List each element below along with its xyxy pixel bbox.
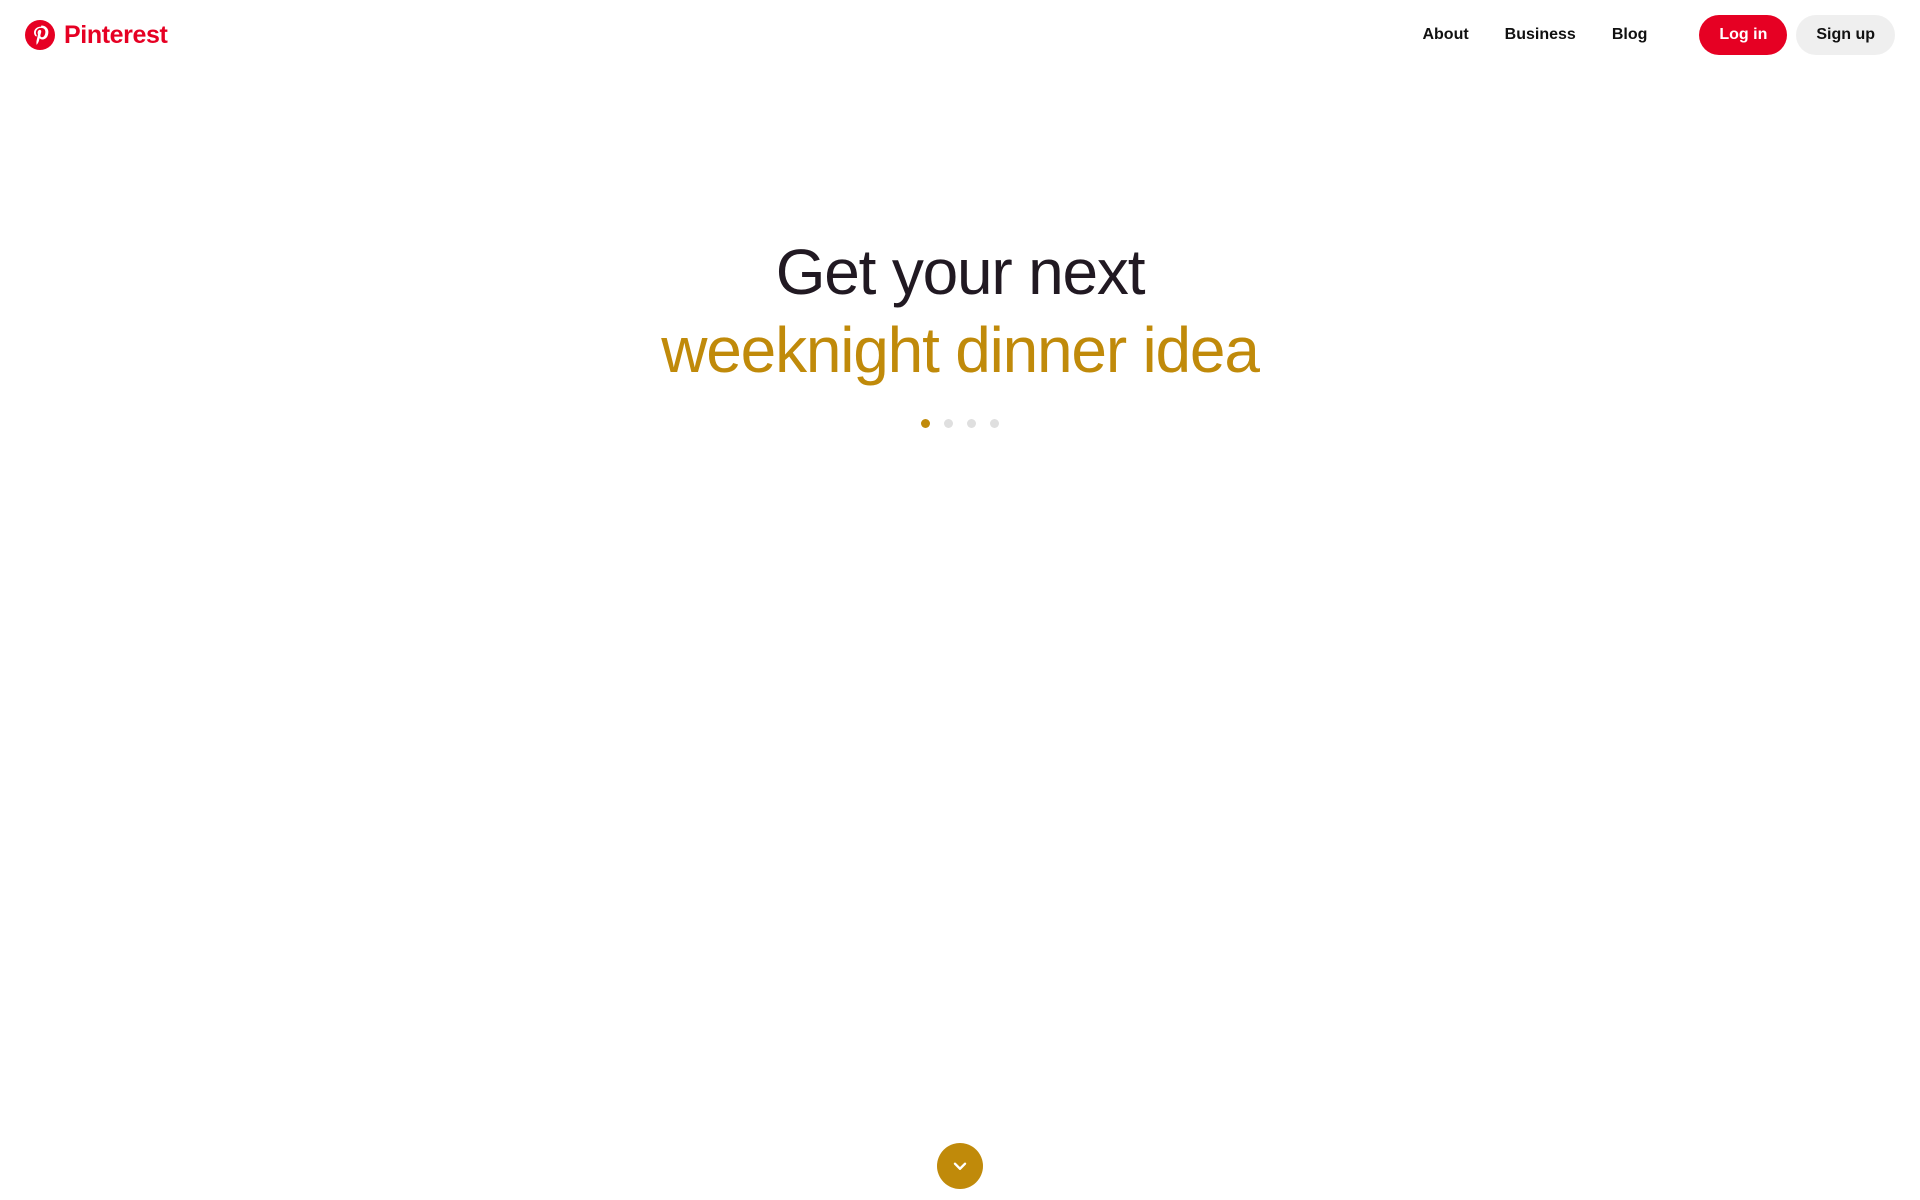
login-button[interactable]: Log in (1699, 15, 1788, 55)
hero-section: Get your next weeknight dinner idea (0, 0, 1920, 1200)
hero-headline: Get your next weeknight dinner idea (0, 236, 1920, 386)
nav-link-business[interactable]: Business (1487, 17, 1594, 53)
pinterest-wordmark: Pinterest (64, 20, 168, 49)
hero-content: Get your next weeknight dinner idea (0, 236, 1920, 428)
carousel-dot-2[interactable] (944, 418, 953, 428)
carousel-dot-1[interactable] (921, 418, 930, 428)
nav-link-about[interactable]: About (1404, 17, 1486, 53)
hero-headline-line-1: Get your next (775, 236, 1146, 308)
site-header: Pinterest About Business Blog Log in Sig… (0, 0, 1920, 82)
main-navigation: About Business Blog Log in Sign up (1404, 15, 1895, 55)
signup-button[interactable]: Sign up (1796, 15, 1895, 55)
hero-headline-line-2: weeknight dinner idea (661, 313, 1260, 386)
nav-link-blog[interactable]: Blog (1594, 17, 1666, 53)
carousel-dots (0, 418, 1920, 428)
pinterest-logo-link[interactable]: Pinterest (25, 20, 168, 50)
carousel-dot-3[interactable] (967, 418, 976, 428)
chevron-down-icon (953, 1162, 967, 1170)
scroll-down-button[interactable] (937, 1143, 983, 1189)
carousel-dot-4[interactable] (990, 418, 999, 428)
pinterest-logo-icon (25, 20, 55, 50)
